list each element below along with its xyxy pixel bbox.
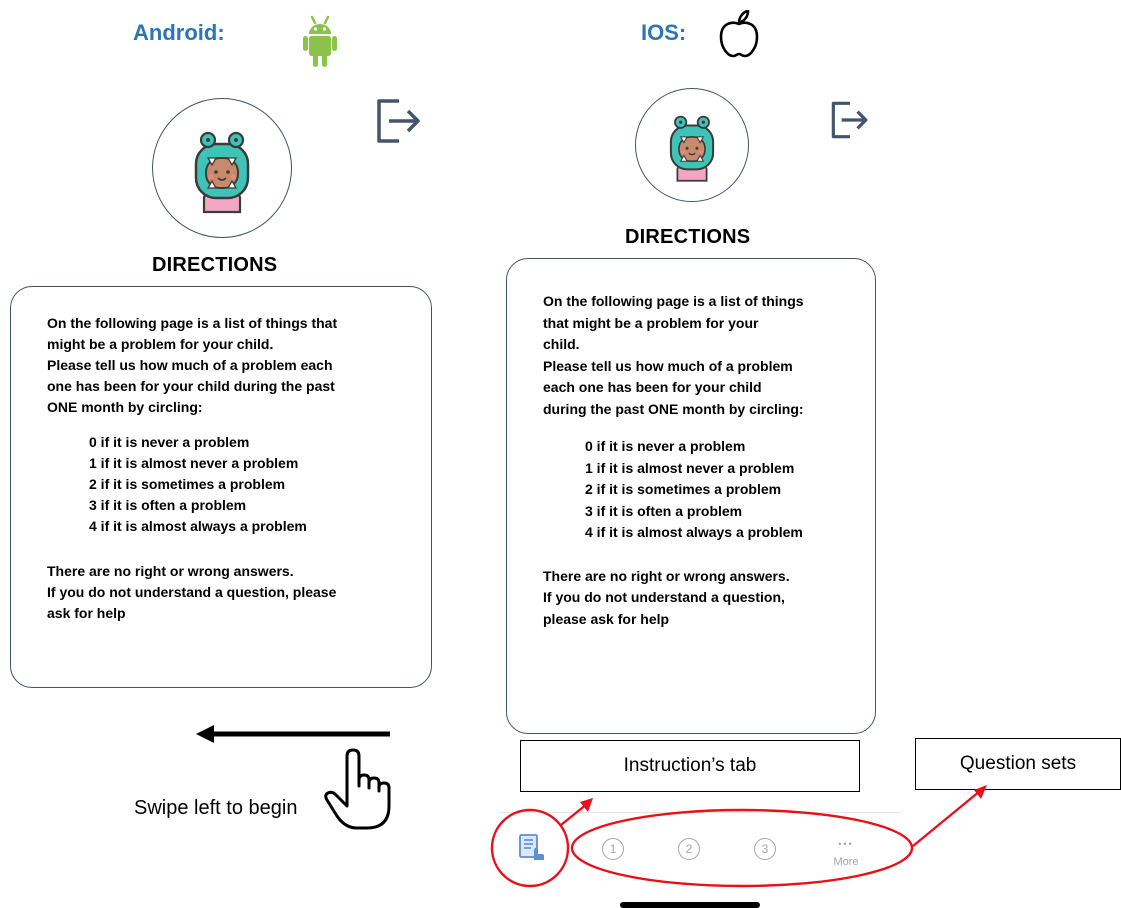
intro-line: each one has been for your child <box>543 379 762 395</box>
closing-line: ask for help <box>47 605 126 621</box>
intro-line: one has been for your child during the p… <box>47 378 335 394</box>
scale-item: 2 if it is sometimes a problem <box>89 476 286 492</box>
android-directions-text: On the following page is a list of thing… <box>47 313 417 624</box>
scale-item: 3 if it is often a problem <box>89 497 247 513</box>
intro-line: On the following page is a list of thing… <box>543 293 804 309</box>
instruction-tab-callout: Instruction’s tab <box>520 740 860 792</box>
ios-platform-label: IOS: <box>641 20 687 45</box>
ios-directions-text: On the following page is a list of thing… <box>543 291 873 630</box>
scale-item: 3 if it is often a problem <box>585 502 743 519</box>
apple-logo-icon <box>719 10 759 58</box>
intro-line: during the past ONE month by circling: <box>543 400 804 417</box>
ios-avatar <box>635 88 749 202</box>
question-set-tab-2[interactable]: 2 <box>678 838 700 860</box>
scale-item: 0 if it is never a problem <box>585 438 746 454</box>
closing-line: If you do not understand a question, <box>543 589 785 605</box>
scale-item: 1 if it is almost never a problem <box>585 459 795 476</box>
exit-icon[interactable] <box>830 100 870 140</box>
rating-scale-list: 0 if it is never a problem 1 if it is al… <box>543 436 873 544</box>
intro-line: ONE month by circling: <box>47 399 203 415</box>
intro-line: child. <box>543 336 580 352</box>
scale-item: 2 if it is sometimes a problem <box>585 481 782 497</box>
more-tab-label: More <box>833 856 859 868</box>
pointing-hand-icon <box>324 748 391 830</box>
instruction-callout-arrow <box>560 803 588 826</box>
question-sets-callout: Question sets <box>915 738 1121 790</box>
android-directions-title: DIRECTIONS <box>152 254 278 276</box>
scale-item: 4 if it is almost always a problem <box>89 518 307 534</box>
android-platform-label: Android: <box>133 20 225 45</box>
android-robot-icon <box>303 15 337 67</box>
scale-item: 1 if it is almost never a problem <box>89 455 299 471</box>
closing-line: please ask for help <box>543 610 670 627</box>
closing-line: There are no right or wrong answers. <box>543 567 790 584</box>
exit-icon[interactable] <box>375 97 423 145</box>
swipe-instruction-text: Swipe left to begin <box>134 797 298 819</box>
scale-item: 4 if it is almost always a problem <box>585 524 803 540</box>
question-sets-callout-arrow <box>912 790 981 847</box>
android-avatar <box>152 98 292 238</box>
ios-directions-card: On the following page is a list of thing… <box>506 258 876 734</box>
closing-line: There are no right or wrong answers. <box>47 563 294 579</box>
question-set-tab-3[interactable]: 3 <box>754 838 776 860</box>
closing-line: If you do not understand a question, ple… <box>47 584 337 600</box>
instruction-tab-icon[interactable] <box>516 833 552 863</box>
more-tab[interactable]: ••• More <box>826 836 866 868</box>
swipe-left-arrow-icon <box>196 725 390 743</box>
intro-line: Please tell us how much of a problem eac… <box>47 357 333 373</box>
android-directions-card: On the following page is a list of thing… <box>10 286 432 688</box>
more-dots-icon: ••• <box>838 839 854 849</box>
intro-line: might be a problem for your child. <box>47 336 274 352</box>
intro-line: Please tell us how much of a problem <box>543 357 793 374</box>
intro-line: that might be a problem for your <box>543 314 759 331</box>
rating-scale-list: 0 if it is never a problem 1 if it is al… <box>47 432 417 537</box>
intro-line: On the following page is a list of thing… <box>47 315 338 331</box>
child-avatar-icon <box>194 131 250 214</box>
question-set-tab-1[interactable]: 1 <box>602 838 624 860</box>
child-avatar-icon <box>669 115 715 182</box>
ios-tab-bar-divider <box>500 812 900 813</box>
ios-directions-title: DIRECTIONS <box>625 226 751 248</box>
scale-item: 0 if it is never a problem <box>89 434 250 450</box>
home-indicator <box>620 902 760 908</box>
